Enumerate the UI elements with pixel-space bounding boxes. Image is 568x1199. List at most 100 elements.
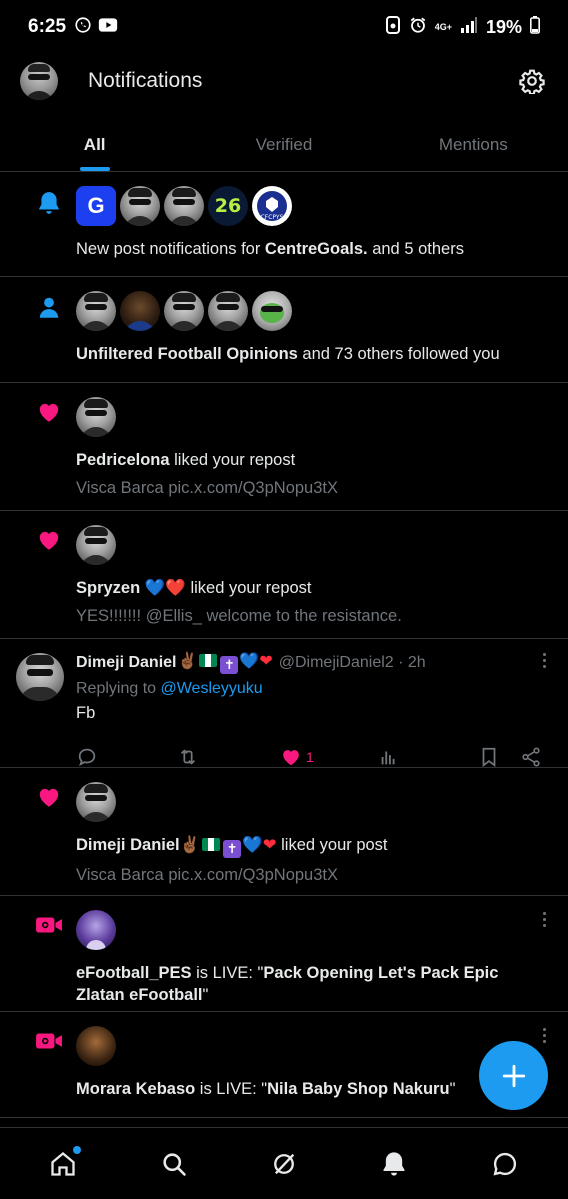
notif-text: is LIVE: " bbox=[191, 964, 264, 982]
views-button[interactable] bbox=[378, 746, 400, 768]
avatar[interactable] bbox=[252, 291, 292, 331]
notif-username: CentreGoals. bbox=[264, 240, 368, 258]
heart-icon bbox=[34, 525, 64, 555]
notif-post-preview: Visca Barca pic.x.com/Q3pNopu3tX bbox=[76, 866, 338, 884]
notif-emoji: 💙❤️ bbox=[144, 579, 186, 597]
heart-icon bbox=[34, 782, 64, 812]
heart-icon bbox=[283, 750, 299, 766]
page-title: Notifications bbox=[88, 69, 203, 92]
avatar[interactable]: CFCPYS bbox=[252, 186, 292, 226]
more-options-button[interactable] bbox=[540, 653, 548, 673]
avatar[interactable]: G bbox=[76, 186, 116, 226]
avatar-row bbox=[76, 782, 548, 822]
live-video-icon bbox=[34, 1026, 64, 1056]
notification-item[interactable]: eFootball_PES is LIVE: "Pack Opening Let… bbox=[0, 896, 568, 1012]
notif-post-preview: Visca Barca pic.x.com/Q3pNopu3tX bbox=[76, 479, 338, 497]
notification-item[interactable]: Dimeji Daniel✌🏾 ✝ 💙❤ liked your post Visca… bbox=[0, 768, 568, 896]
bookmark-button[interactable] bbox=[478, 746, 500, 768]
notification-tabs: All Verified Mentions bbox=[0, 118, 568, 172]
notification-item[interactable]: Pedricelona liked your repost Visca Barc… bbox=[0, 383, 568, 511]
notif-text: and 5 others bbox=[367, 240, 464, 258]
nav-grok[interactable] bbox=[256, 1136, 312, 1192]
avatar-row bbox=[76, 910, 548, 950]
battery-percent: 19% bbox=[485, 16, 522, 37]
tab-verified[interactable]: Verified bbox=[189, 118, 378, 171]
repost-icon bbox=[180, 749, 196, 765]
notif-post-preview: YES!!!!!!! @Ellis_ welcome to the resist… bbox=[76, 607, 402, 625]
share-icon bbox=[522, 747, 540, 767]
notif-username: Spryzen bbox=[76, 579, 141, 597]
more-options-button[interactable] bbox=[540, 912, 548, 932]
profile-avatar[interactable] bbox=[20, 62, 58, 100]
name-emoji-decor: ✌🏾 ✝ 💙❤ bbox=[177, 653, 273, 674]
unread-dot bbox=[73, 1145, 82, 1154]
share-button[interactable] bbox=[520, 746, 542, 768]
reply-button[interactable] bbox=[76, 746, 98, 768]
tweet[interactable]: Dimeji Daniel ✌🏾 ✝ 💙❤ @DimejiDaniel2 · 2h … bbox=[0, 639, 568, 768]
battery-icon bbox=[530, 15, 540, 39]
plus-icon bbox=[502, 1064, 525, 1087]
avatar[interactable] bbox=[208, 291, 248, 331]
signal-icon bbox=[460, 16, 478, 38]
nav-home[interactable] bbox=[35, 1136, 91, 1192]
avatar-row bbox=[76, 397, 548, 437]
reply-icon bbox=[78, 748, 96, 767]
like-count: 1 bbox=[306, 749, 314, 765]
avatar-row bbox=[76, 1026, 548, 1066]
nav-search[interactable] bbox=[146, 1136, 202, 1192]
tweet-handle[interactable]: @DimejiDaniel2 · 2h bbox=[279, 652, 426, 674]
compose-button[interactable] bbox=[479, 1041, 548, 1110]
notif-text: liked your repost bbox=[169, 451, 296, 469]
replying-to-link[interactable]: @Wesleyyuku bbox=[161, 680, 263, 697]
network-type: 4G+ bbox=[434, 21, 452, 32]
tab-all[interactable]: All bbox=[0, 118, 189, 171]
avatar-row bbox=[76, 525, 548, 565]
notif-username: Morara Kebaso bbox=[76, 1080, 196, 1098]
nav-messages[interactable] bbox=[477, 1136, 533, 1192]
more-options-button[interactable] bbox=[540, 1028, 548, 1048]
live-title: Nila Baby Shop Nakuru bbox=[267, 1080, 450, 1098]
nav-notifications[interactable] bbox=[366, 1136, 422, 1192]
repost-button[interactable] bbox=[176, 746, 200, 768]
notif-text: and 73 others followed you bbox=[297, 345, 500, 363]
avatar[interactable] bbox=[120, 291, 160, 331]
svg-text:CFCPYS: CFCPYS bbox=[261, 214, 284, 221]
replying-label: Replying to bbox=[76, 680, 161, 697]
bookmark-icon bbox=[482, 747, 496, 767]
tab-mentions[interactable]: Mentions bbox=[379, 118, 568, 171]
gear-icon bbox=[519, 69, 545, 94]
tweet-actions: 1 bbox=[76, 746, 548, 768]
notification-item[interactable]: Unfiltered Football Opinions and 73 othe… bbox=[0, 277, 568, 383]
tweet-text: Fb bbox=[76, 704, 96, 722]
notification-item[interactable]: Spryzen 💙❤️ liked your repost YES!!!!!!!… bbox=[0, 511, 568, 639]
avatar[interactable]: 26 bbox=[208, 186, 248, 226]
avatar[interactable] bbox=[164, 186, 204, 226]
notification-item[interactable]: G 26 CFCPYS New post notifications for C… bbox=[0, 172, 568, 277]
youtube-icon bbox=[98, 17, 118, 38]
person-icon bbox=[34, 293, 64, 323]
live-video-icon bbox=[34, 910, 64, 940]
notif-username: Pedricelona bbox=[76, 451, 170, 469]
notif-username: eFootball_PES bbox=[76, 964, 192, 982]
status-time: 6:25 bbox=[28, 16, 67, 37]
avatar[interactable] bbox=[76, 525, 116, 565]
tweet-author-name[interactable]: Dimeji Daniel bbox=[76, 652, 176, 674]
avatar[interactable] bbox=[76, 782, 116, 822]
like-button[interactable]: 1 bbox=[280, 746, 314, 768]
avatar-row bbox=[76, 291, 548, 331]
settings-button[interactable] bbox=[516, 65, 548, 97]
bell-icon bbox=[34, 188, 64, 218]
avatar[interactable] bbox=[76, 1026, 116, 1066]
notif-text: is LIVE: " bbox=[195, 1080, 268, 1098]
notif-username: Dimeji Daniel bbox=[76, 836, 180, 854]
avatar[interactable] bbox=[76, 291, 116, 331]
avatar[interactable] bbox=[164, 291, 204, 331]
avatar[interactable] bbox=[76, 397, 116, 437]
avatar[interactable] bbox=[76, 910, 116, 950]
search-icon bbox=[162, 1152, 186, 1176]
name-emoji-decor: ✌🏾 ✝ 💙❤ bbox=[179, 836, 277, 858]
avatar[interactable] bbox=[120, 186, 160, 226]
notif-username: Unfiltered Football Opinions bbox=[76, 345, 298, 363]
notif-text: liked your post bbox=[276, 836, 388, 854]
tweet-avatar[interactable] bbox=[16, 653, 64, 701]
